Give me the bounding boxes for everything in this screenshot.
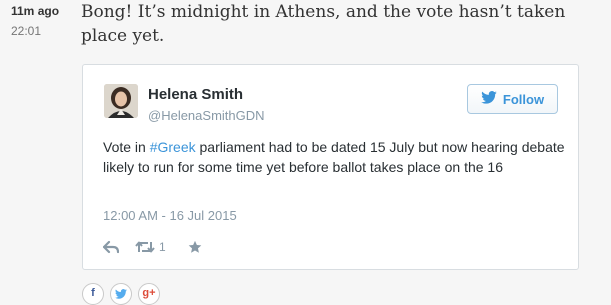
relative-time[interactable]: 11m ago xyxy=(11,3,71,19)
embedded-tweet: Helena Smith @HelenaSmithGDN Follow Vote… xyxy=(82,64,579,270)
avatar[interactable] xyxy=(104,84,138,118)
twitter-icon[interactable] xyxy=(110,283,132,305)
retweet-icon xyxy=(135,240,155,254)
tweet-body-start: Vote in xyxy=(103,139,150,155)
retweet-action[interactable]: 1 xyxy=(135,240,166,254)
favorite-star-icon[interactable] xyxy=(188,240,202,254)
retweet-count: 1 xyxy=(159,240,166,254)
facebook-icon[interactable]: f xyxy=(82,283,104,305)
share-buttons: f g+ xyxy=(82,283,160,305)
tweet-body: Vote in #Greek parliament had to be date… xyxy=(103,137,568,177)
google-plus-icon[interactable]: g+ xyxy=(138,283,160,305)
clock-time: 22:01 xyxy=(11,24,42,38)
entry-meta: 11m ago 22:01 xyxy=(11,3,71,39)
tweet-timestamp[interactable]: 12:00 AM - 16 Jul 2015 xyxy=(103,208,237,223)
post-text: Bong! It’s midnight in Athens, and the v… xyxy=(81,2,566,46)
twitter-bird-icon xyxy=(481,91,497,107)
follow-button[interactable]: Follow xyxy=(467,84,558,114)
tweet-actions: 1 xyxy=(103,238,202,256)
hashtag-link[interactable]: #Greek xyxy=(150,139,196,155)
follow-label: Follow xyxy=(502,91,545,107)
author-handle[interactable]: @HelenaSmithGDN xyxy=(148,108,265,123)
author-name[interactable]: Helena Smith xyxy=(148,86,243,103)
reply-icon[interactable] xyxy=(103,240,119,254)
